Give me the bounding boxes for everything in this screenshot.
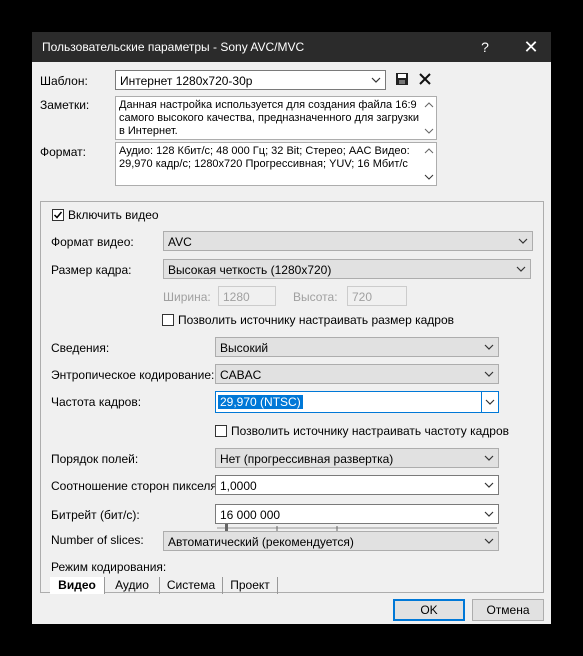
video-settings-panel: Включить видео Формат видео: AVC Размер … [40, 201, 544, 593]
pixel-aspect-value: 1,0000 [220, 479, 257, 493]
checkmark-icon [53, 211, 63, 219]
width-label: Ширина: [163, 290, 211, 304]
profile-value: Высокий [220, 341, 269, 355]
tab-audio[interactable]: Аудио [105, 577, 160, 594]
entropy-value: CABAC [220, 368, 262, 382]
frame-rate-dropdown[interactable] [481, 392, 498, 412]
frame-size-value: Высокая четкость (1280x720) [168, 263, 332, 277]
bitrate-value: 16 000 000 [220, 508, 281, 522]
notes-text: Данная настройка используется для создан… [119, 99, 420, 137]
video-format-select[interactable]: AVC [163, 231, 533, 251]
close-button[interactable]: ✕ [517, 36, 545, 58]
pixel-aspect-label: Соотношение сторон пикселя: [51, 479, 221, 493]
template-combo[interactable]: Интернет 1280x720-30p [115, 70, 386, 90]
notes-label: Заметки: [40, 98, 90, 112]
frame-size-label: Размер кадра: [51, 263, 132, 277]
cancel-button[interactable]: Отмена [472, 599, 544, 621]
chevron-down-icon [484, 371, 494, 377]
width-field: 1280 [218, 286, 276, 306]
field-order-select[interactable]: Нет (прогрессивная развертка) [215, 448, 499, 468]
allow-frame-rate-checkbox[interactable] [215, 425, 227, 437]
save-icon[interactable] [395, 72, 409, 86]
video-format-value: AVC [168, 235, 192, 249]
scroll-up-icon[interactable] [424, 146, 434, 156]
chevron-down-icon [484, 455, 494, 461]
chevron-down-icon [516, 266, 526, 272]
frame-rate-value: 29,970 (NTSC) [218, 395, 303, 409]
field-order-value: Нет (прогрессивная развертка) [220, 452, 394, 466]
width-value: 1280 [223, 290, 250, 304]
template-value: Интернет 1280x720-30p [120, 74, 253, 88]
help-button[interactable]: ? [474, 36, 496, 58]
chevron-down-icon [485, 399, 495, 405]
scroll-up-icon[interactable] [424, 100, 434, 110]
profile-label: Сведения: [51, 341, 110, 355]
chevron-down-icon [484, 482, 494, 488]
height-value: 720 [352, 290, 373, 304]
entropy-label: Энтропическое кодирование: [51, 368, 215, 382]
field-order-label: Порядок полей: [51, 452, 139, 466]
frame-rate-combo[interactable]: 29,970 (NTSC) [215, 391, 499, 413]
entropy-select[interactable]: CABAC [215, 364, 499, 384]
tab-strip: Видео Аудио Система Проект [40, 577, 544, 594]
scroll-down-icon[interactable] [424, 172, 434, 182]
pixel-aspect-combo[interactable]: 1,0000 [215, 475, 499, 495]
tab-project[interactable]: Проект [223, 577, 278, 594]
tab-system[interactable]: Система [160, 577, 223, 594]
chevron-down-icon [484, 511, 494, 517]
delete-icon[interactable] [418, 72, 432, 86]
include-video-checkbox[interactable] [52, 209, 64, 221]
height-label: Высота: [293, 290, 338, 304]
include-video-label: Включить видео [68, 208, 159, 222]
encode-mode-label: Режим кодирования: [51, 560, 167, 574]
title-bar: Пользовательские параметры - Sony AVC/MV… [32, 32, 551, 62]
ok-button[interactable]: OK [393, 599, 465, 621]
window-title: Пользовательские параметры - Sony AVC/MV… [42, 40, 305, 54]
slices-select[interactable]: Автоматический (рекомендуется) [163, 531, 499, 551]
frame-rate-label: Частота кадров: [51, 395, 142, 409]
frame-size-select[interactable]: Высокая четкость (1280x720) [163, 259, 531, 279]
height-field: 720 [347, 286, 407, 306]
format-textarea[interactable]: Аудио: 128 Кбит/с; 48 000 Гц; 32 Bit; Ст… [115, 142, 437, 186]
slices-value: Автоматический (рекомендуется) [168, 535, 354, 549]
chevron-down-icon [484, 344, 494, 350]
dialog-window: Пользовательские параметры - Sony AVC/MV… [32, 32, 551, 624]
scroll-down-icon[interactable] [424, 126, 434, 136]
allow-frame-rate-label: Позволить источнику настраивать частоту … [231, 424, 510, 438]
notes-textarea[interactable]: Данная настройка используется для создан… [115, 96, 437, 140]
bitrate-combo[interactable]: 16 000 000 [215, 504, 499, 524]
tab-video[interactable]: Видео [50, 577, 105, 594]
slices-label: Number of slices: [51, 533, 144, 547]
chevron-down-icon [484, 538, 494, 544]
bitrate-label: Битрейт (бит/с): [51, 508, 140, 522]
format-label: Формат: [40, 145, 86, 159]
video-format-label: Формат видео: [51, 235, 134, 249]
chevron-down-icon [371, 77, 381, 83]
profile-select[interactable]: Высокий [215, 337, 499, 357]
chevron-down-icon [518, 238, 528, 244]
allow-frame-size-checkbox[interactable] [162, 314, 174, 326]
format-text: Аудио: 128 Кбит/с; 48 000 Гц; 32 Bit; Ст… [119, 145, 410, 170]
template-label: Шаблон: [40, 74, 88, 88]
allow-frame-size-label: Позволить источнику настраивать размер к… [178, 313, 455, 327]
